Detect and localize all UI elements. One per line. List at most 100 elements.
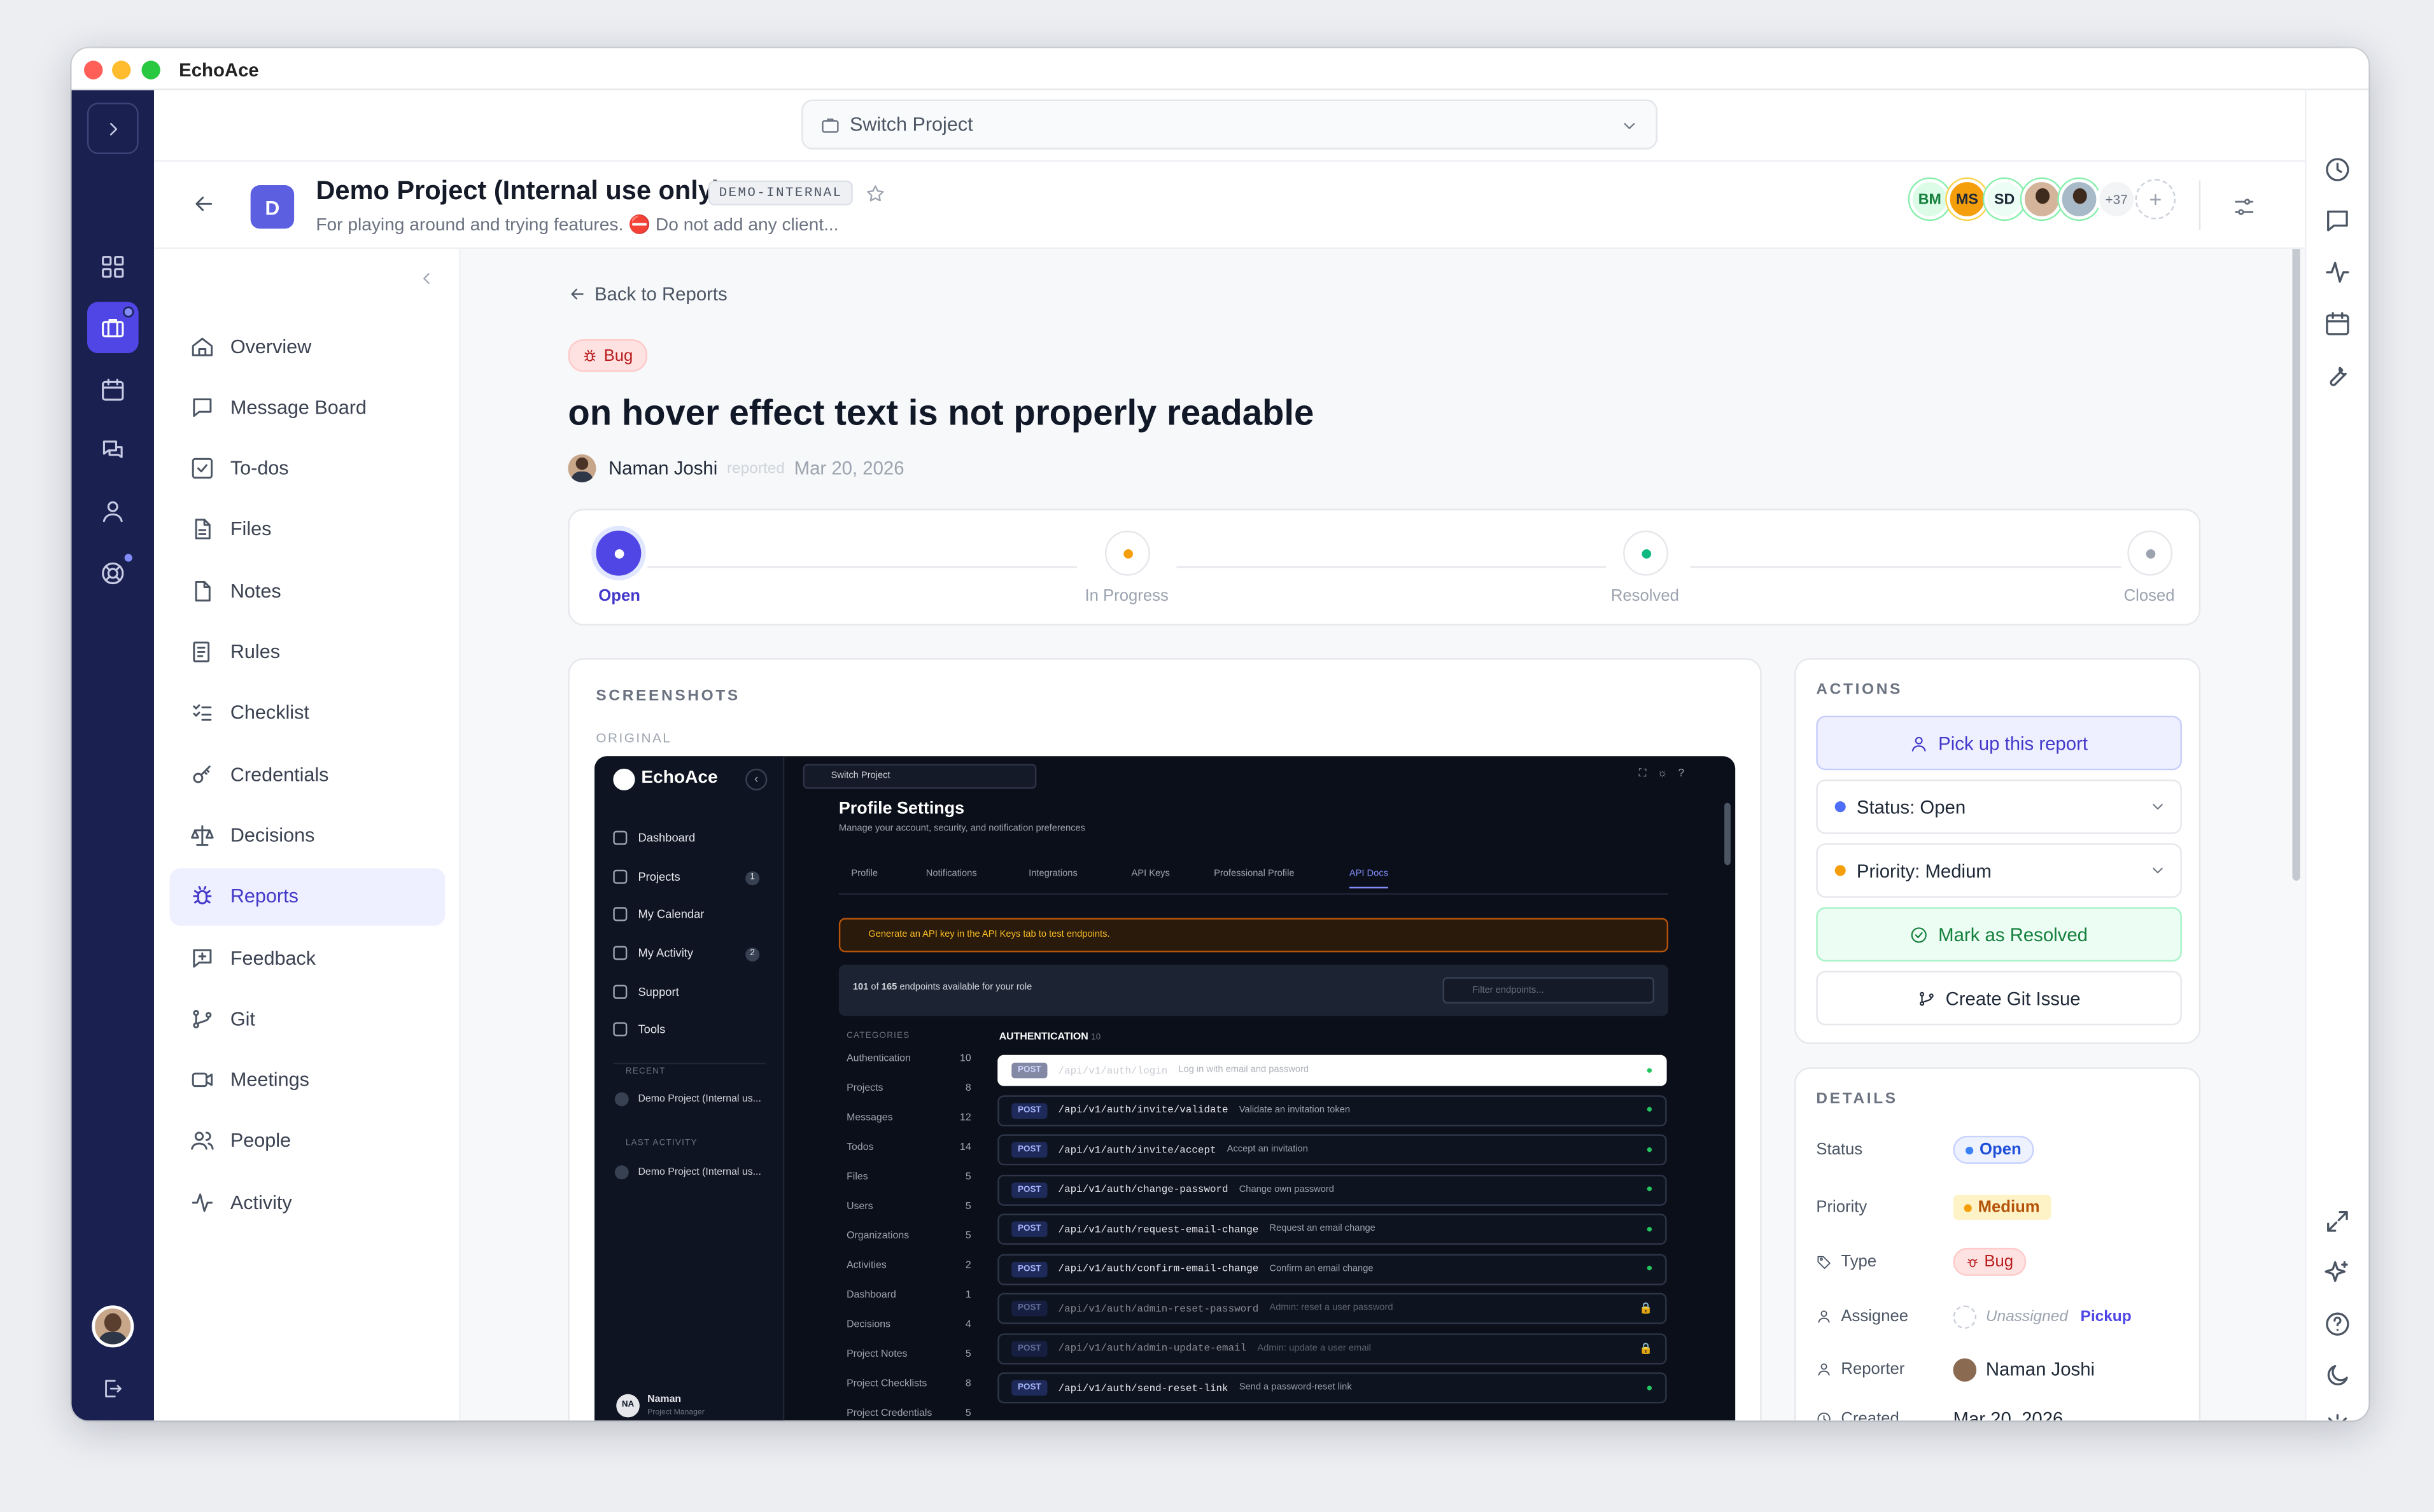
add-member-button[interactable]: +: [2135, 179, 2176, 220]
step-resolved[interactable]: [1623, 530, 1669, 576]
mark-resolved-button[interactable]: Mark as Resolved: [1816, 907, 2182, 962]
member-avatar-photo[interactable]: [2022, 179, 2062, 220]
priority-dot: [1834, 865, 1846, 876]
priority-select[interactable]: Priority: Medium: [1816, 843, 2182, 898]
step-label: Resolved: [1610, 586, 1679, 606]
status-select-label: Status: Open: [1856, 795, 1966, 818]
inner-user-name: Naman: [647, 1394, 682, 1405]
back-button[interactable]: [192, 192, 216, 216]
member-avatar[interactable]: BM: [1910, 179, 1950, 220]
inner-tab: API Docs: [1349, 870, 1388, 889]
inner-recent-item: Demo Project (Internal us...: [614, 1092, 761, 1107]
sidebar-item-meetings[interactable]: Meetings: [170, 1051, 446, 1109]
sidebar-item-label: Overview: [230, 335, 312, 358]
project-code-badge: DEMO-INTERNAL: [708, 180, 854, 206]
logout-button[interactable]: [87, 1363, 139, 1415]
sidebar-item-label: People: [230, 1130, 292, 1152]
sidebar-item-to-dos[interactable]: To-dos: [170, 440, 446, 497]
step-closed[interactable]: [2127, 530, 2173, 576]
sidebar-item-label: Reports: [230, 885, 299, 907]
checkbox-icon: [192, 458, 213, 479]
sidebar-item-files[interactable]: Files: [170, 501, 446, 558]
user-avatar[interactable]: [92, 1305, 134, 1348]
more-members-count[interactable]: +37: [2096, 179, 2137, 220]
sidebar-item-label: To-dos: [230, 458, 289, 480]
actions-heading: ACTIONS: [1816, 681, 1903, 699]
step-in-progress[interactable]: [1104, 530, 1150, 576]
clock-icon: [1817, 1412, 1831, 1421]
screenshots-card: SCREENSHOTS ORIGINAL EchoAce ‹ Dashboard…: [568, 658, 1762, 1421]
sidebar-item-activity[interactable]: Activity: [170, 1173, 446, 1231]
detail-label: Assignee: [1841, 1306, 1909, 1326]
original-label: ORIGINAL: [596, 729, 672, 746]
expand-icon[interactable]: [2323, 1207, 2351, 1235]
collapse-sidebar-icon[interactable]: [417, 269, 435, 288]
help-icon[interactable]: [2323, 1310, 2351, 1338]
screenshot-image[interactable]: EchoAce ‹ Dashboard Projects 1 My Calend…: [594, 756, 1736, 1421]
moon-icon[interactable]: [2323, 1361, 2351, 1389]
inner-switch-project: Switch Project: [803, 764, 1037, 789]
inner-last-activity-heading: LAST ACTIVITY: [625, 1138, 698, 1149]
step-open[interactable]: [596, 530, 642, 576]
details-card: DETAILS Status Open Priority Medium Type…: [1794, 1067, 2201, 1421]
sidebar-item-decisions[interactable]: Decisions: [170, 806, 446, 864]
main-scrollbar[interactable]: [2292, 249, 2300, 881]
minimize-window-button[interactable]: [112, 60, 131, 80]
sidebar-item-credentials[interactable]: Credentials: [170, 745, 446, 802]
maximize-window-button[interactable]: [141, 60, 160, 80]
activity-icon[interactable]: [2323, 258, 2351, 286]
inner-endpoint-row: POST/api/v1/auth/invite/accept Accept an …: [997, 1134, 1667, 1166]
rail-dashboard[interactable]: [87, 241, 139, 293]
rail-calendar[interactable]: [87, 364, 139, 416]
pickup-link[interactable]: Pickup: [2081, 1308, 2132, 1325]
sidebar-item-checklist[interactable]: Checklist: [170, 684, 446, 741]
pickup-report-button[interactable]: Pick up this report: [1816, 715, 2182, 771]
arrow-left-icon: [195, 197, 213, 211]
member-avatar[interactable]: MS: [1946, 179, 1988, 220]
settings-sliders-icon[interactable]: [2232, 195, 2256, 220]
sidebar-item-overview[interactable]: Overview: [170, 318, 446, 375]
inner-nav-item: Projects: [613, 869, 680, 884]
back-to-reports-link[interactable]: Back to Reports: [568, 283, 728, 305]
sidebar-item-label: Git: [230, 1007, 255, 1030]
calendar-icon[interactable]: [2323, 310, 2351, 338]
report-type-label: Bug: [603, 346, 633, 365]
inner-nav-item: Tools: [613, 1022, 665, 1037]
comment-icon[interactable]: [2323, 207, 2351, 235]
inner-section-heading: AUTHENTICATION 10: [999, 1032, 1101, 1043]
expand-rail-button[interactable]: [87, 102, 139, 155]
git-issue-label: Create Git Issue: [1945, 987, 2081, 1009]
sidebar-item-reports[interactable]: Reports: [169, 867, 446, 926]
create-git-issue-button[interactable]: Create Git Issue: [1816, 970, 2182, 1026]
sidebar-item-rules[interactable]: Rules: [170, 623, 446, 680]
gear-icon[interactable]: [2323, 1413, 2351, 1421]
status-select[interactable]: Status: Open: [1816, 779, 2182, 834]
inner-tab: Professional Profile: [1214, 869, 1295, 879]
clock-icon[interactable]: [2323, 156, 2351, 184]
chevron-down-icon: [2153, 804, 2163, 810]
inner-endpoint-row: POST/api/v1/auth/confirm-email-change Con…: [997, 1253, 1667, 1285]
icon-rail: [71, 90, 155, 1421]
rail-profile[interactable]: [87, 486, 139, 537]
inner-category: Authentication 10: [847, 1053, 971, 1065]
sidebar-item-people[interactable]: People: [170, 1112, 446, 1170]
wrench-icon[interactable]: [2323, 361, 2351, 389]
member-avatar[interactable]: SD: [1984, 179, 2025, 220]
sidebar-item-message-board[interactable]: Message Board: [170, 379, 446, 436]
sidebar-item-notes[interactable]: Notes: [170, 562, 446, 619]
priority-select-label: Priority: Medium: [1856, 859, 1992, 882]
sidebar-item-git[interactable]: Git: [170, 990, 446, 1047]
sidebar-item-feedback[interactable]: Feedback: [170, 929, 446, 986]
inner-category: Activities 2: [847, 1260, 971, 1271]
switch-project-dropdown[interactable]: Switch Project: [801, 99, 1657, 150]
sparkle-icon[interactable]: [2323, 1259, 2351, 1287]
project-header: D Demo Project (Internal use only) DEMO-…: [154, 162, 2305, 249]
inner-categories-heading: CATEGORIES: [847, 1032, 910, 1041]
close-window-button[interactable]: [84, 60, 103, 80]
member-avatar-photo[interactable]: [2058, 179, 2100, 220]
rail-messages[interactable]: [87, 424, 139, 476]
status-dot: [1834, 801, 1846, 813]
inner-nav-item: My Activity: [613, 946, 693, 960]
star-icon[interactable]: [865, 184, 885, 204]
inner-collapse-button: ‹: [745, 768, 768, 791]
